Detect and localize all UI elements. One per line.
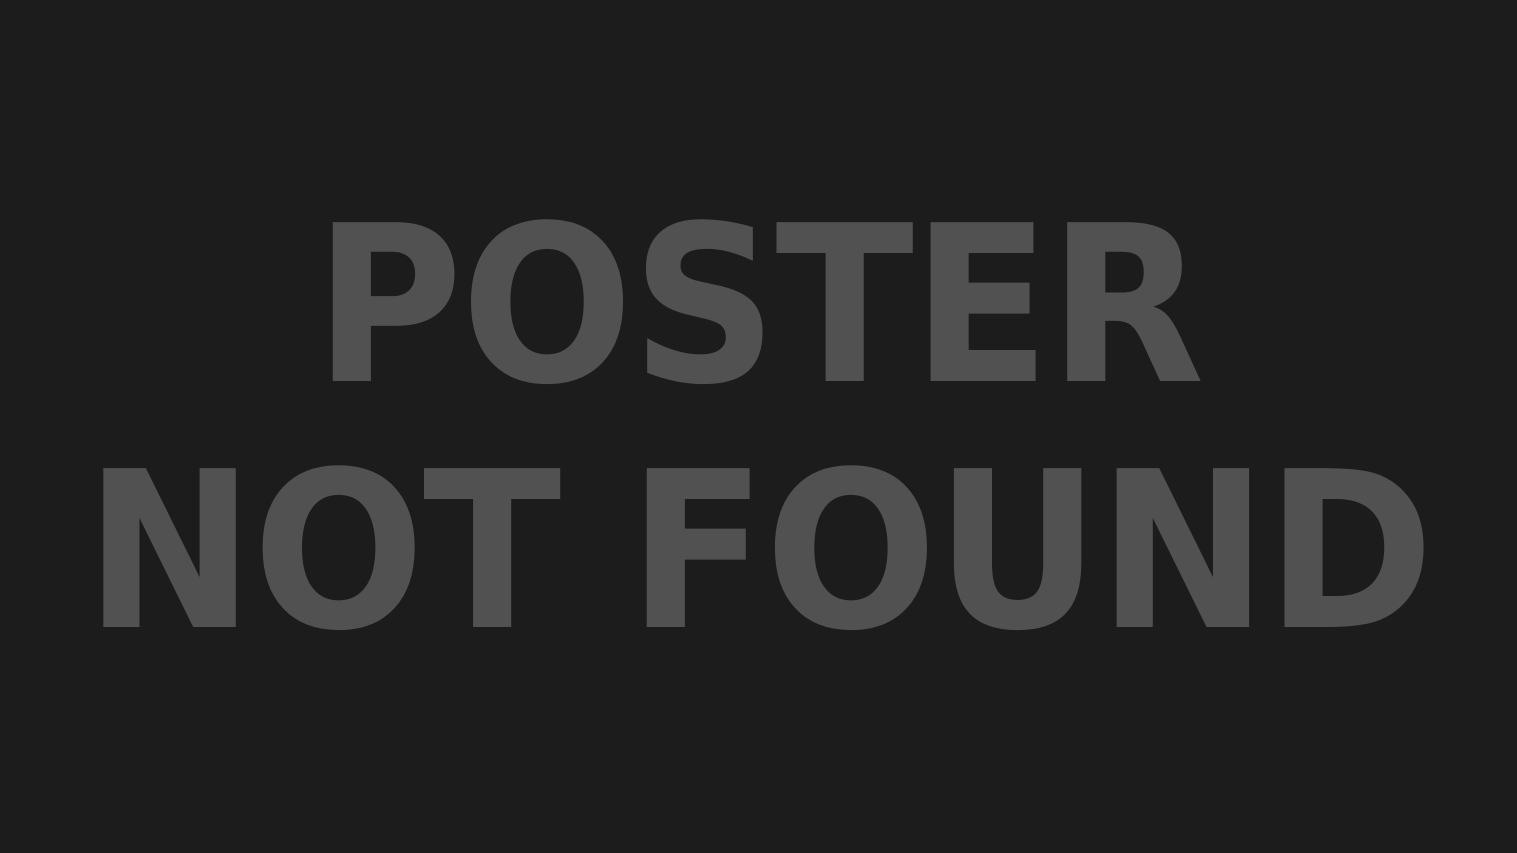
poster-not-found-placeholder: POSTER NOT FOUND [0, 0, 1517, 853]
placeholder-line-poster: POSTER [314, 180, 1205, 433]
placeholder-line-not-found: NOT FOUND [84, 426, 1434, 679]
